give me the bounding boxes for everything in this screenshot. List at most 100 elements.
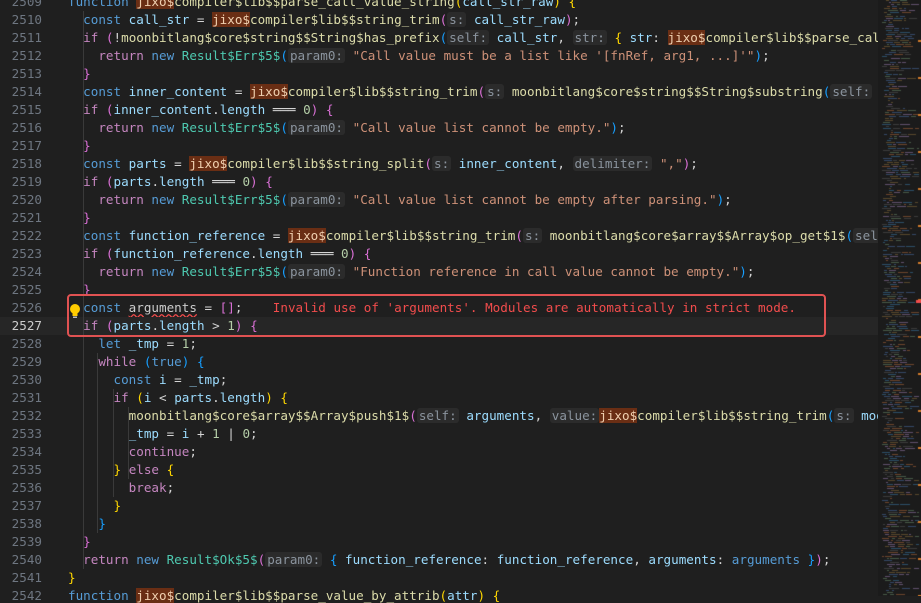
lightbulb-icon[interactable] <box>69 303 81 319</box>
code-line[interactable]: 2509 function jixo$compiler$lib$$parse_ca… <box>0 0 878 11</box>
code-text: return new Result$Err$5$(param0: "Call v… <box>68 119 626 137</box>
code-token: } <box>83 534 91 549</box>
code-line[interactable]: 2523 if (function_reference.length ═══ 0… <box>0 245 878 263</box>
code-line[interactable]: 2541} <box>0 569 878 587</box>
code-line[interactable]: 2524 return new Result$Err$5$(param0: "F… <box>0 263 878 281</box>
code-token: return <box>98 264 152 279</box>
code-text: if (i < parts.length) { <box>68 389 288 407</box>
code-line[interactable]: 2515 if (inner_content.length ═══ 0) { <box>0 101 878 119</box>
indent-guide <box>113 389 114 497</box>
code-line[interactable]: 2536 break; <box>0 479 878 497</box>
code-line[interactable]: 2534 continue; <box>0 443 878 461</box>
code-text: const call_str = jixo$compiler$lib$$stri… <box>68 11 580 29</box>
code-token: call_str <box>496 30 558 45</box>
code-token: param0: <box>287 264 346 279</box>
code-line[interactable]: 2517 } <box>0 137 878 155</box>
code-token: ( <box>280 192 288 207</box>
code-token: i <box>159 372 167 387</box>
line-number: 2517 <box>11 138 42 153</box>
code-token: ( <box>136 390 144 405</box>
code-line[interactable]: 2540 return new Result$Ok$5$(param0: { f… <box>0 551 878 569</box>
code-line[interactable]: 2511 if (!moonbitlang$core$string$$Strin… <box>0 29 878 47</box>
code-token: length <box>257 246 304 261</box>
code-text: } <box>68 209 91 227</box>
code-line[interactable]: 2542 function jixo$compiler$lib$$parse_va… <box>0 587 878 603</box>
code-line[interactable]: 2520 return new Result$Err$5$(param0: "C… <box>0 191 878 209</box>
code-token: new <box>151 264 182 279</box>
code-text: return new Result$Err$5$(param0: "Functi… <box>68 263 754 281</box>
code-token: ( <box>424 156 432 171</box>
code-line[interactable]: 2532 moonbitlang$core$array$$Array$push$… <box>0 407 878 425</box>
code-token: parts <box>174 390 213 405</box>
code-line[interactable]: 2522 const function_reference = jixo$com… <box>0 227 878 245</box>
code-line[interactable]: 2530 const i = _tmp; <box>0 371 878 389</box>
indent-guide <box>97 353 98 533</box>
code-token: ; <box>822 552 831 567</box>
code-text: continue; <box>68 443 197 461</box>
code-token: moonbitlang$core$string$$String$has_pref… <box>121 30 440 45</box>
line-number: 2526 <box>11 300 42 315</box>
code-line[interactable]: 2537 } <box>0 497 878 515</box>
code-token: moonbitlang$core$string$$String$substrin… <box>511 84 823 99</box>
code-line[interactable]: 2514 const inner_content = jixo$compiler… <box>0 83 878 101</box>
code-line[interactable]: 2535 } else { <box>0 461 878 479</box>
code-token: _tmp <box>128 426 160 441</box>
code-line[interactable]: 2510 const call_str = jixo$compiler$lib$… <box>0 11 878 29</box>
code-text: if (parts.length ═══ 0) { <box>68 173 273 191</box>
code-token: , <box>557 30 573 45</box>
code-token: if <box>83 174 106 189</box>
line-number: 2533 <box>11 426 42 441</box>
code-token: Result$Err$5$ <box>181 48 281 63</box>
code-line[interactable]: 2513 } <box>0 65 878 83</box>
code-token: = <box>166 156 190 171</box>
code-token: ) <box>739 264 747 279</box>
code-token: . <box>212 102 220 117</box>
code-text: while (true) { <box>68 353 204 371</box>
code-line[interactable]: 2531 if (i < parts.length) { <box>0 389 878 407</box>
code-line[interactable]: 2533 _tmp = i + 1 | 0; <box>0 425 878 443</box>
code-line[interactable]: 2518 const parts = jixo$compiler$lib$$st… <box>0 155 878 173</box>
code-line[interactable]: 2539 } <box>0 533 878 551</box>
code-line[interactable]: 2521 } <box>0 209 878 227</box>
line-number: 2514 <box>11 84 42 99</box>
code-token: 0 <box>341 246 349 261</box>
line-number: 2540 <box>11 552 42 567</box>
code-token: } <box>83 138 91 153</box>
line-number: 2523 <box>11 246 42 261</box>
code-line[interactable]: 2529 while (true) { <box>0 353 878 371</box>
indent-guide <box>128 407 129 479</box>
code-line[interactable]: 2538 } <box>0 515 878 533</box>
code-token: ═══ <box>265 102 304 117</box>
code-token: ; <box>166 480 175 495</box>
line-number: 2515 <box>11 102 42 117</box>
code-token: _tmp <box>128 336 160 351</box>
line-number: 2538 <box>11 516 42 531</box>
code-token: 0 <box>242 174 251 189</box>
code-token: arguments <box>466 408 535 423</box>
code-token: if <box>83 246 106 261</box>
code-token: = <box>166 372 190 387</box>
minimap[interactable] <box>878 0 921 596</box>
code-token: "Call value list cannot be empty after p… <box>352 192 717 207</box>
code-line[interactable]: 2519 if (parts.length ═══ 0) { <box>0 173 878 191</box>
code-token: if <box>83 102 106 117</box>
code-token: . <box>151 174 160 189</box>
code-line[interactable]: 2516 return new Result$Err$5$(param0: "C… <box>0 119 878 137</box>
code-token: : <box>652 30 668 45</box>
code-line[interactable]: 2528 let _tmp = 1; <box>0 335 878 353</box>
code-token: 1 <box>212 426 220 441</box>
code-line[interactable]: 2512 return new Result$Err$5$(param0: "C… <box>0 47 878 65</box>
code-token: = <box>227 84 250 99</box>
minimap-slider[interactable] <box>878 0 921 596</box>
code-token: Result$Ok$5$ <box>166 552 258 567</box>
line-number: 2521 <box>11 210 42 225</box>
code-token: parts <box>128 156 167 171</box>
code-token: ( <box>105 174 114 189</box>
code-token: const <box>83 12 129 27</box>
